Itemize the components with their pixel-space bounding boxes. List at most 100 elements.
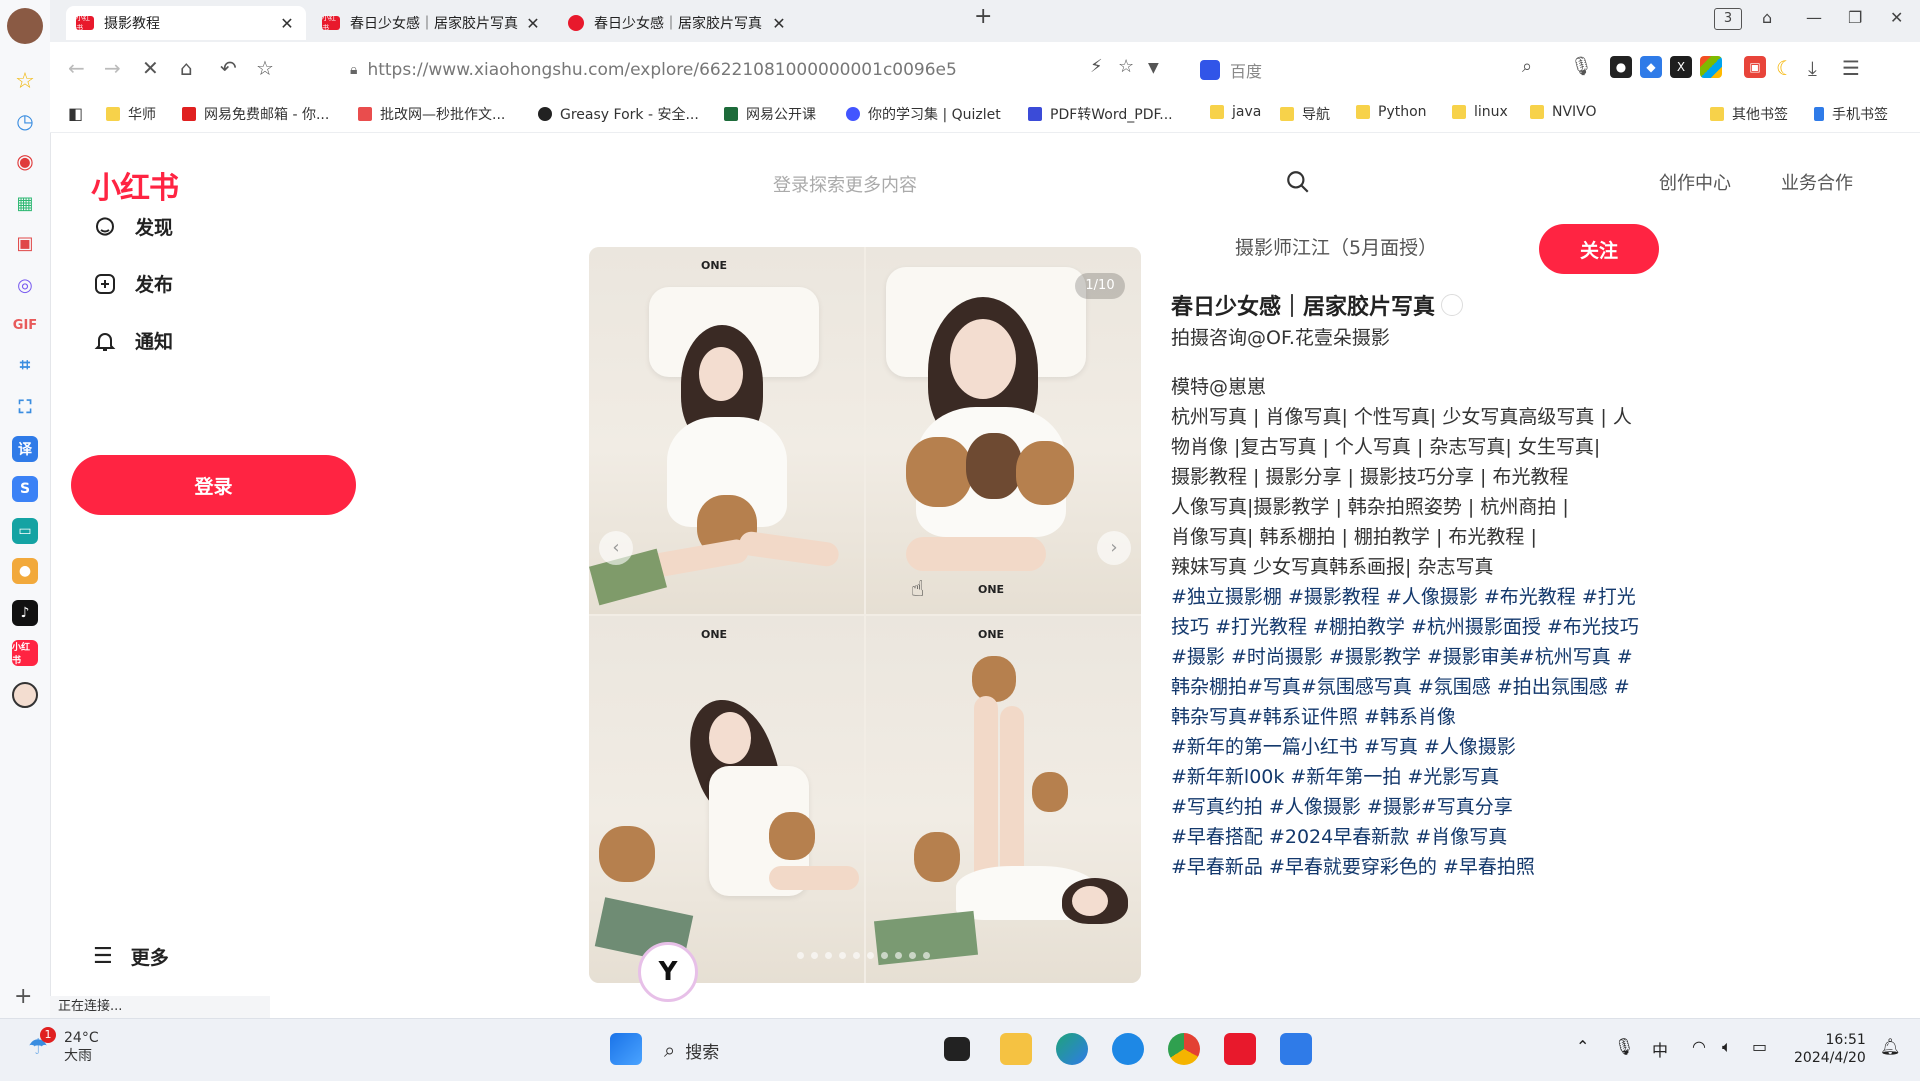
sidebar-item-notify[interactable]: 通知 (93, 327, 173, 354)
search-input[interactable]: 登录探索更多内容 (773, 171, 917, 197)
chevron-up-icon[interactable]: ⌃ (1576, 1037, 1589, 1056)
tiktok-icon[interactable]: ♪ (12, 600, 38, 626)
history-icon[interactable]: ◷ (12, 108, 38, 134)
undo-close-icon[interactable]: ↶ (220, 56, 237, 80)
hashtag-line[interactable]: #摄影 #时尚摄影 #摄影教学 #摄影审美#杭州写真 # (1171, 642, 1671, 672)
follow-button[interactable]: 关注 (1539, 224, 1659, 274)
close-window-button[interactable]: ✕ (1890, 8, 1903, 27)
tab-note-2[interactable]: 春日少女感｜居家胶片写真 ✕ (558, 6, 798, 40)
search-engine-box[interactable]: 百度 (1200, 52, 1610, 88)
forward-icon[interactable]: → (104, 56, 121, 80)
new-tab-button[interactable]: + (974, 4, 992, 29)
floating-assistant-icon[interactable]: Y (638, 942, 698, 1002)
sidebar-item-discover[interactable]: 发现 (93, 213, 173, 240)
extension-icon[interactable]: ◆ (1640, 56, 1662, 78)
battery-icon[interactable]: ▭ (1752, 1037, 1767, 1056)
download-icon[interactable]: ⤓ (1808, 56, 1817, 80)
bookmark-item[interactable]: 网易公开课 (724, 104, 816, 124)
file-explorer-icon[interactable] (1000, 1033, 1032, 1065)
search-icon[interactable]: ⌕ (1522, 56, 1532, 77)
kugou-icon[interactable] (1112, 1033, 1144, 1065)
close-icon[interactable]: ✕ (524, 14, 542, 33)
apps-icon[interactable] (1700, 56, 1722, 78)
add-sidebar-icon[interactable]: + (14, 984, 32, 1009)
volume-icon[interactable]: 🔈︎ (1722, 1037, 1732, 1057)
close-icon[interactable]: ✕ (278, 14, 296, 33)
bookmark-item[interactable]: Python (1356, 104, 1427, 120)
skin-icon[interactable]: ⌂ (1762, 8, 1772, 27)
author-name[interactable]: 摄影师江江（5月面授） (1235, 233, 1437, 260)
bookmark-item[interactable]: PDF转Word_PDF... (1028, 104, 1173, 124)
sidebar-item-publish[interactable]: 发布 (93, 270, 173, 297)
site-logo[interactable]: 小红书 (91, 163, 179, 207)
bookmark-star-icon[interactable]: ☆ (256, 56, 274, 80)
sidebar-more[interactable]: ☰ 更多 (93, 943, 169, 970)
task-view-icon[interactable] (944, 1037, 970, 1061)
hashtag-line[interactable]: #新年新l00k #新年第一拍 #光影写真 (1171, 762, 1671, 792)
bookmark-item[interactable]: NVIVO (1530, 104, 1597, 120)
extension-icon[interactable]: ● (1610, 56, 1632, 78)
browser-icon[interactable] (1168, 1033, 1200, 1065)
record-icon[interactable]: ◉ (12, 148, 38, 174)
tab-count-badge[interactable]: 3 (1714, 8, 1742, 30)
mobile-bookmarks[interactable]: 手机书签 (1814, 104, 1888, 124)
profile-icon[interactable] (12, 682, 38, 708)
hashtag-line[interactable]: #独立摄影棚 #摄影教程 #人像摄影 #布光教程 #打光 (1171, 582, 1671, 612)
hashtag-line[interactable]: 韩杂棚拍#写真#氛围感写真 #氛围感 #拍出氛围感 # (1171, 672, 1671, 702)
stop-loading-icon[interactable]: ✕ (142, 56, 159, 80)
wifi-icon[interactable]: ◠ (1692, 1037, 1706, 1056)
apps-grid-icon[interactable]: ▦ (12, 190, 38, 216)
other-bookmarks[interactable]: 其他书签 (1710, 104, 1788, 124)
next-image-button[interactable]: › (1097, 531, 1131, 565)
translate-icon[interactable]: 译 (12, 436, 38, 462)
favorites-icon[interactable]: ☆ (12, 68, 38, 94)
bookmark-item[interactable]: java (1210, 104, 1261, 120)
taskbar-search[interactable]: ⌕ 搜索 (664, 1033, 904, 1067)
bookmark-item[interactable]: linux (1452, 104, 1508, 120)
creator-center-link[interactable]: 创作中心 (1659, 169, 1731, 195)
weather-widget[interactable]: ☂ 1 24°C 大雨 (28, 1027, 99, 1065)
hashtag-line[interactable]: #新年的第一篇小红书 #写真 #人像摄影 (1171, 732, 1671, 762)
tab-photography[interactable]: 小红书 摄影教程 ✕ (66, 6, 306, 40)
bookmark-item[interactable]: 导航 (1280, 104, 1330, 124)
hashtag-line[interactable]: 韩杂写真#韩系证件照 #韩系肖像 (1171, 702, 1671, 732)
favorite-page-icon[interactable]: ☆ (1118, 56, 1134, 77)
crop-icon[interactable]: ⌗ (12, 352, 38, 378)
hashtag-line[interactable]: 技巧 #打光教程 #棚拍教学 #杭州摄影面授 #布光技巧 (1171, 612, 1671, 642)
start-icon[interactable] (610, 1033, 642, 1065)
pdf-icon[interactable]: ▣ (12, 230, 38, 256)
game-app-icon[interactable]: ● (12, 558, 38, 584)
pdf-tool-icon[interactable]: ▣ (1744, 56, 1766, 78)
url-text[interactable]: https://www.xiaohongshu.com/explore/6622… (367, 60, 956, 80)
clock[interactable]: 16:51 2024/4/20 (1794, 1031, 1866, 1067)
site-search[interactable]: 登录探索更多内容 (721, 163, 1311, 203)
night-mode-icon[interactable]: ☾ (1776, 56, 1794, 80)
bookmark-item[interactable]: Greasy Fork - 安全... (538, 104, 699, 124)
ime-indicator[interactable]: 中 (1652, 1037, 1668, 1061)
login-button[interactable]: 登录 (71, 455, 356, 515)
bookmark-item[interactable]: 网易免费邮箱 - 你... (182, 104, 329, 124)
bookmark-item[interactable]: 批改网—秒批作文... (358, 104, 505, 124)
chevron-down-icon[interactable]: ▼ (1148, 60, 1159, 76)
minimize-button[interactable]: — (1806, 8, 1822, 27)
excel-icon[interactable]: X (1670, 56, 1692, 78)
notification-icon[interactable]: 🔔︎ (1880, 1037, 1900, 1056)
microphone-icon[interactable]: 🎙︎ (1570, 56, 1593, 77)
restore-button[interactable]: ❐ (1848, 8, 1862, 27)
wps-icon[interactable] (1224, 1033, 1256, 1065)
monitor-app-icon[interactable]: ▭ (12, 518, 38, 544)
xiaohongshu-app-icon[interactable]: 小红书 (12, 640, 38, 666)
flash-icon[interactable]: ⚡︎ (1090, 56, 1103, 77)
business-link[interactable]: 业务合作 (1781, 169, 1853, 195)
gif-icon[interactable]: GIF (12, 312, 38, 338)
hashtag-line[interactable]: #写真约拍 #人像摄影 #摄影#写真分享 (1171, 792, 1671, 822)
app-icon[interactable] (1280, 1033, 1312, 1065)
note-image-carousel[interactable]: ONE ONE 1/10 ONE ONE ‹ › (589, 247, 1141, 983)
ai-assistant-icon[interactable]: ◎ (12, 272, 38, 298)
edge-icon[interactable] (1056, 1033, 1088, 1065)
search-icon[interactable] (1285, 169, 1311, 195)
bookmark-item[interactable]: 华师 (106, 104, 156, 124)
sidebar-toggle-icon[interactable]: ◧ (68, 104, 83, 123)
prev-image-button[interactable]: ‹ (599, 531, 633, 565)
scan-icon[interactable]: ⛶ (12, 394, 38, 420)
